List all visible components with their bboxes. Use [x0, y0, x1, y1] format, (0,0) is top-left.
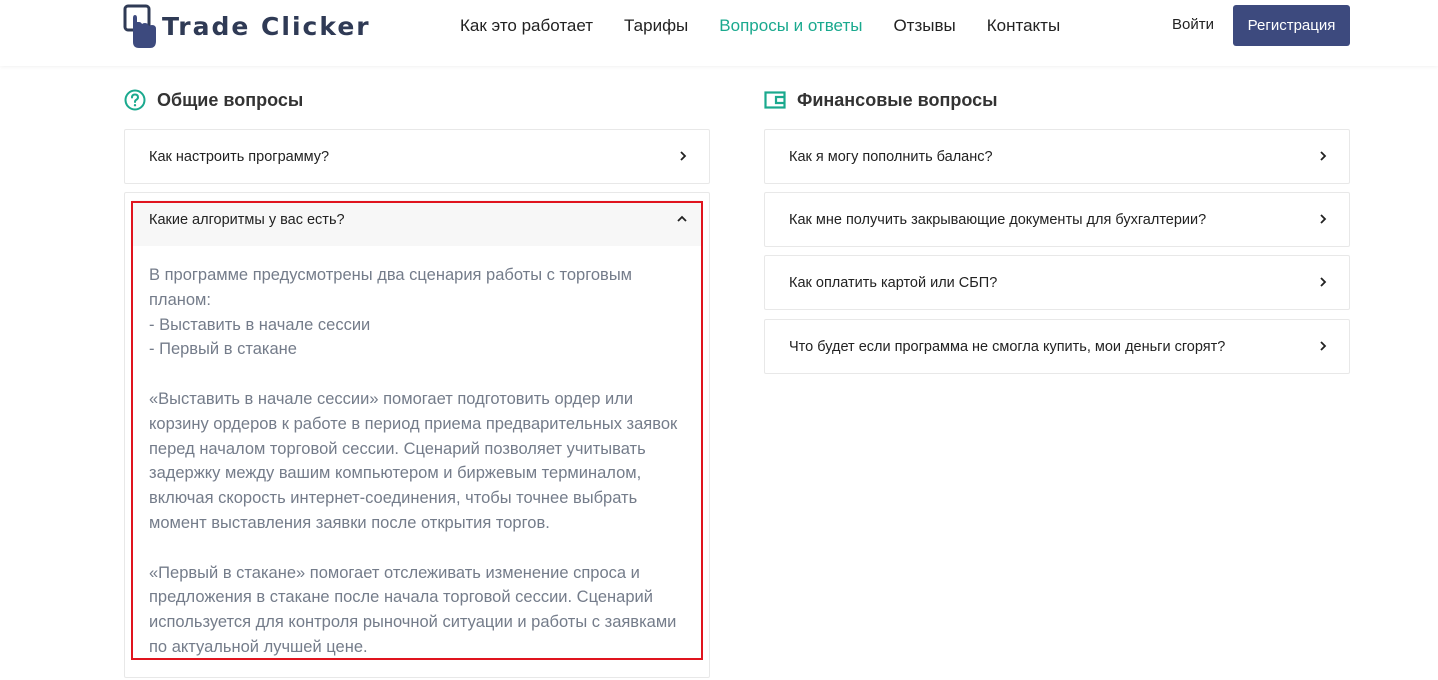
chevron-right-icon	[1320, 214, 1327, 224]
chevron-up-icon	[677, 215, 687, 222]
answer-paragraph: В программе предусмотрены два сценария р…	[149, 263, 689, 362]
answer-line: планом:	[149, 290, 211, 309]
logo[interactable]: Trade Clicker	[122, 4, 371, 50]
faq-question: Как мне получить закрывающие документы д…	[789, 211, 1207, 228]
faq-item[interactable]: Как настроить программу?	[124, 129, 710, 184]
answer-paragraph: «Первый в стакане» помогает отслеживать …	[149, 563, 677, 656]
faq-question: Какие алгоритмы у вас есть?	[149, 212, 345, 228]
faq-question: Что будет если программа не смогла купит…	[789, 338, 1226, 355]
chevron-right-icon	[680, 151, 687, 161]
question-circle-icon	[124, 89, 146, 111]
answer-line: - Выставить в начале сессии	[149, 315, 371, 334]
general-questions-heading: Общие вопросы	[124, 89, 303, 111]
wallet-icon	[764, 91, 786, 109]
faq-item[interactable]: Что будет если программа не смогла купит…	[764, 319, 1350, 374]
faq-question: Как оплатить картой или СБП?	[789, 274, 998, 291]
answer-line: В программе предусмотрены два сценария р…	[149, 266, 633, 284]
chevron-right-icon	[1320, 277, 1327, 287]
login-link[interactable]: Войти	[1172, 16, 1214, 33]
faq-item[interactable]: Как я могу пополнить баланс?	[764, 129, 1350, 184]
main-nav: Как это работает Тарифы Вопросы и ответы…	[460, 16, 1091, 36]
section-title: Общие вопросы	[157, 89, 304, 110]
site-header: Trade Clicker Как это работает Тарифы Во…	[0, 0, 1438, 66]
nav-pricing[interactable]: Тарифы	[624, 16, 688, 36]
pointer-hand-icon	[123, 4, 156, 48]
faq-question: Как я могу пополнить баланс?	[789, 148, 993, 165]
faq-question: Как настроить программу?	[149, 148, 330, 165]
nav-faq[interactable]: Вопросы и ответы	[719, 16, 862, 36]
faq-item[interactable]: Как мне получить закрывающие документы д…	[764, 192, 1350, 247]
section-title: Финансовые вопросы	[797, 89, 998, 110]
logo-text: Trade Clicker	[162, 11, 371, 41]
faq-item[interactable]: Как оплатить картой или СБП?	[764, 255, 1350, 310]
nav-reviews[interactable]: Отзывы	[893, 16, 955, 36]
register-button[interactable]: Регистрация	[1233, 5, 1350, 46]
chevron-right-icon	[1320, 341, 1327, 351]
answer-line: - Первый в стакане	[149, 340, 297, 359]
finance-questions-heading: Финансовые вопросы	[764, 89, 997, 111]
answer-paragraph: «Выставить в начале сессии» помогает под…	[149, 389, 678, 532]
nav-contacts[interactable]: Контакты	[987, 16, 1060, 36]
chevron-right-icon	[1320, 151, 1327, 161]
faq-question-header[interactable]: Какие алгоритмы у вас есть?	[132, 200, 702, 246]
faq-item-expanded: Какие алгоритмы у вас есть? В программе …	[124, 192, 710, 678]
faq-answer: В программе предусмотрены два сценария р…	[149, 263, 689, 680]
nav-how-it-works[interactable]: Как это работает	[460, 16, 593, 36]
